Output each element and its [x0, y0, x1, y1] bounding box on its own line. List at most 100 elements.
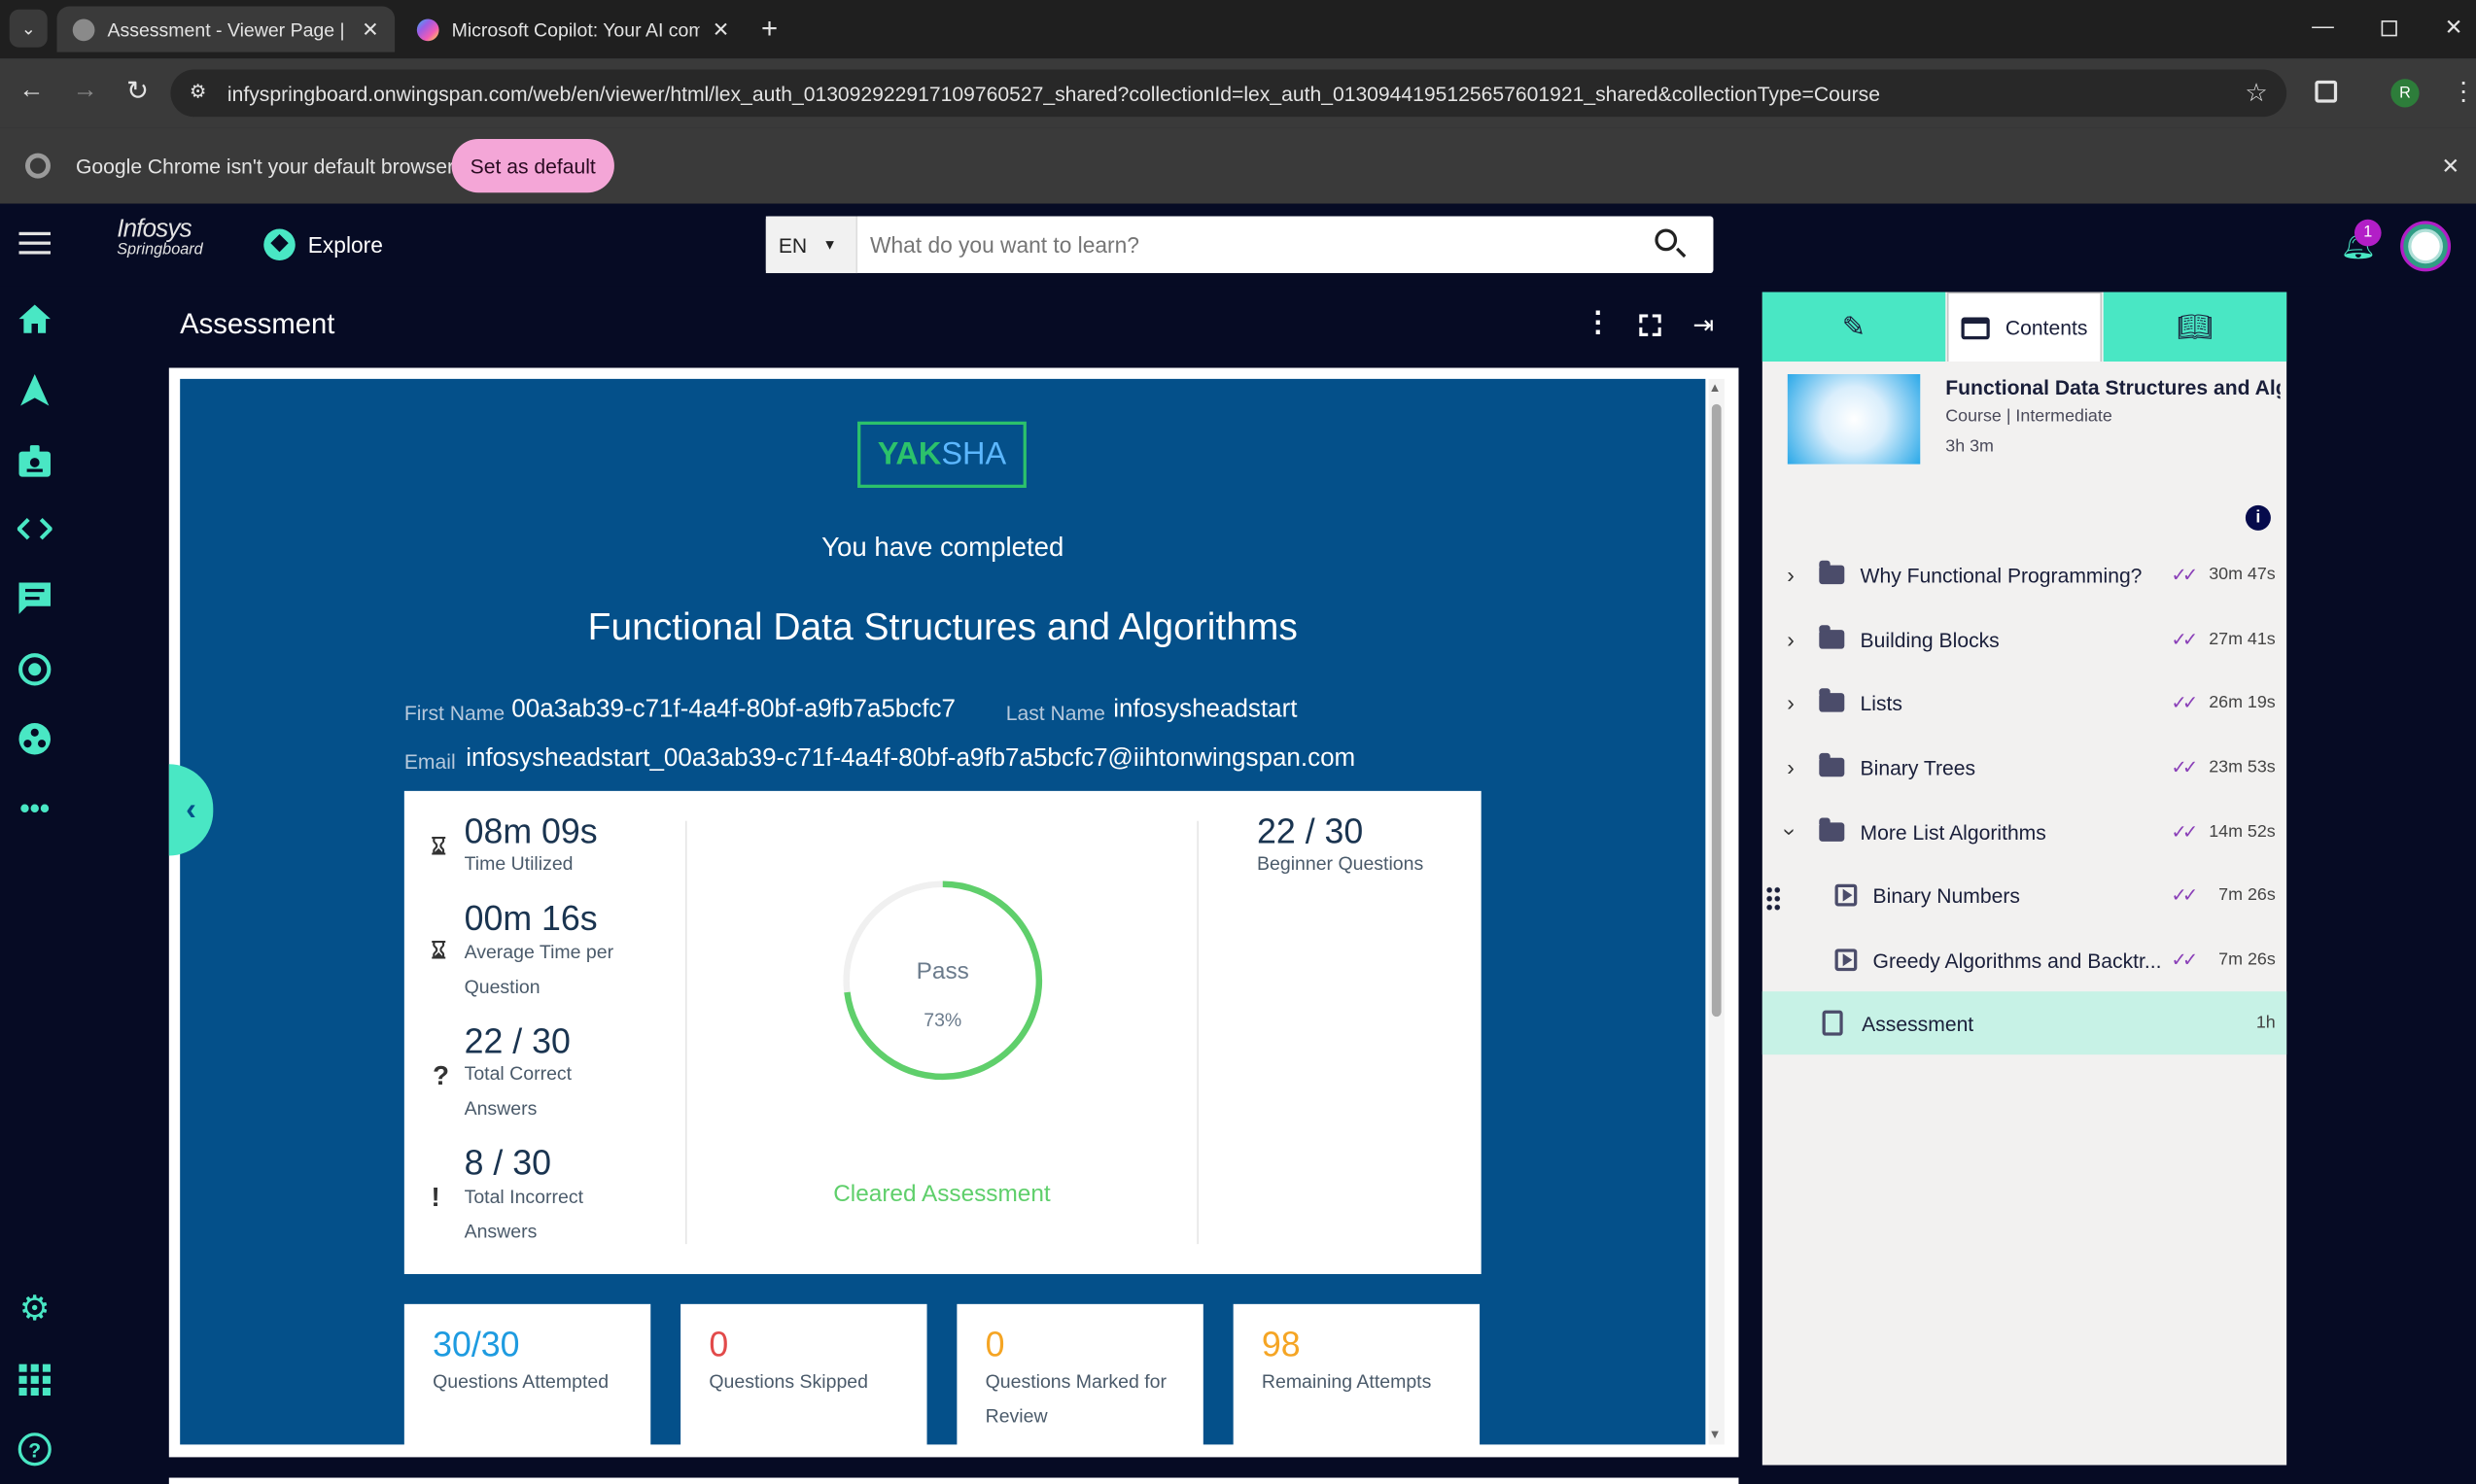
- search-icon[interactable]: [1655, 228, 1687, 259]
- hourglass-icon: ⌛︎: [431, 937, 446, 965]
- remaining-attempts-card: 98 Remaining Attempts: [1233, 1303, 1481, 1447]
- avg-time-label: Question: [464, 975, 541, 998]
- chevron-right-icon[interactable]: ›: [1762, 562, 1819, 587]
- hamburger-menu-icon[interactable]: [18, 231, 51, 255]
- completed-check-icon: ✓✓: [2171, 883, 2198, 907]
- total-incorrect-label: Answers: [464, 1220, 538, 1243]
- completed-text: You have completed: [821, 532, 1064, 563]
- info-icon[interactable]: i: [2245, 504, 2271, 531]
- code-icon[interactable]: [15, 508, 55, 549]
- hourglass-icon: ⌛︎: [431, 833, 446, 861]
- new-tab-button[interactable]: +: [761, 13, 778, 46]
- course-thumbnail: [1787, 374, 1921, 465]
- back-icon[interactable]: ←: [18, 78, 44, 106]
- close-window-icon[interactable]: ✕: [2445, 15, 2463, 42]
- target-icon[interactable]: [15, 649, 55, 690]
- content-item-greedy-algorithms[interactable]: Greedy Algorithms and Backtr... ✓✓ 7m 26s: [1762, 928, 2286, 991]
- content-item-lists[interactable]: › Lists ✓✓ 26m 19s: [1762, 671, 2286, 734]
- completed-check-icon: ✓✓: [2171, 820, 2198, 844]
- contents-icon: [1961, 316, 1990, 339]
- collapse-panel-icon[interactable]: ⇥: [1692, 309, 1714, 340]
- fullscreen-icon[interactable]: [1639, 314, 1661, 337]
- navigate-icon[interactable]: [15, 369, 55, 410]
- insights-icon: ✎: [1841, 310, 1866, 342]
- minimize-icon[interactable]: —: [2312, 13, 2334, 38]
- chevron-right-icon[interactable]: ›: [1762, 755, 1819, 780]
- close-icon[interactable]: ✕: [713, 17, 730, 42]
- chevron-down-icon[interactable]: ›: [1778, 804, 1803, 860]
- set-default-button[interactable]: Set as default: [451, 138, 614, 193]
- more-options-icon[interactable]: ⋮: [1584, 306, 1612, 339]
- browser-menu-icon[interactable]: ⋮: [2451, 76, 2476, 107]
- scroll-up-arrow[interactable]: ▲: [1709, 381, 1722, 396]
- avg-time-value: 00m 16s: [464, 898, 598, 938]
- folder-icon: [1819, 817, 1845, 842]
- content-item-binary-numbers[interactable]: Binary Numbers ✓✓ 7m 26s: [1762, 864, 2286, 927]
- chevron-right-icon[interactable]: ›: [1762, 690, 1819, 715]
- chevron-down-icon: ⌄: [20, 19, 36, 39]
- search-input[interactable]: [870, 225, 1628, 264]
- forward-icon[interactable]: →: [73, 78, 98, 106]
- avg-time-label: Average Time per: [464, 941, 614, 963]
- settings-icon[interactable]: ⚙: [15, 1289, 55, 1329]
- profile-avatar[interactable]: R: [2390, 79, 2420, 108]
- tab-insights[interactable]: ✎: [1761, 292, 1946, 362]
- questions-attempted-card: 30/30 Questions Attempted: [403, 1303, 651, 1447]
- screen: ⌄ Assessment - Viewer Page | Infosys Spr…: [0, 0, 2476, 1484]
- tab-notes[interactable]: 📖︎: [2103, 292, 2287, 362]
- scroll-down-arrow[interactable]: ▼: [1709, 1428, 1722, 1442]
- chrome-icon: [24, 153, 51, 179]
- star-icon[interactable]: ☆: [2245, 78, 2267, 109]
- close-infobar-icon[interactable]: ✕: [2441, 154, 2459, 181]
- user-avatar[interactable]: [2400, 221, 2452, 272]
- address-bar[interactable]: ⚙ infyspringboard.onwingspan.com/web/en/…: [170, 69, 2287, 118]
- content-item-binary-trees[interactable]: › Binary Trees ✓✓ 23m 53s: [1762, 736, 2286, 799]
- page-title: Assessment: [180, 307, 335, 340]
- browser-tab-assessment[interactable]: Assessment - Viewer Page | Infosys Sprin…: [56, 6, 396, 52]
- tab-title: Assessment - Viewer Page | Infosys Sprin…: [107, 17, 349, 41]
- chat-icon[interactable]: [15, 578, 55, 619]
- extensions-icon[interactable]: [2315, 80, 2338, 103]
- cleared-assessment-text: Cleared Assessment: [833, 1181, 1051, 1208]
- scrollbar-thumb[interactable]: [1711, 403, 1722, 1018]
- explore-link[interactable]: Explore: [263, 228, 383, 261]
- completed-check-icon: ✓✓: [2171, 563, 2198, 586]
- content-item-more-list-algorithms[interactable]: › More List Algorithms ✓✓ 14m 52s: [1762, 801, 2286, 864]
- card-value: 30/30: [433, 1324, 520, 1364]
- email-value: infosysheadstart_00a3ab39-c71f-4a4f-80bf…: [466, 744, 1356, 773]
- chevron-right-icon[interactable]: ›: [1762, 627, 1819, 652]
- video-icon: [1834, 949, 1858, 972]
- notification-badge: 1: [2354, 219, 2382, 247]
- last-name-label: Last Name: [1005, 701, 1105, 725]
- community-icon[interactable]: [15, 718, 55, 759]
- badge-icon[interactable]: [15, 440, 55, 481]
- completed-check-icon: ✓✓: [2171, 628, 2198, 651]
- apps-grid-icon[interactable]: [15, 1360, 55, 1400]
- pass-status: Pass: [916, 958, 969, 985]
- beginner-questions-label: Beginner Questions: [1257, 852, 1424, 875]
- card-label: Questions Skipped: [709, 1370, 868, 1393]
- content-item-building-blocks[interactable]: › Building Blocks ✓✓ 27m 41s: [1762, 607, 2286, 671]
- help-icon[interactable]: ?: [15, 1429, 55, 1469]
- close-icon[interactable]: ✕: [362, 17, 379, 42]
- site-info-icon[interactable]: ⚙: [190, 81, 206, 103]
- total-incorrect-value: 8 / 30: [464, 1143, 551, 1183]
- course-title-panel[interactable]: Functional Data Structures and Alg...: [1945, 376, 2280, 399]
- language-select[interactable]: EN ▼: [765, 216, 858, 274]
- tab-contents[interactable]: Contents: [1946, 292, 2103, 362]
- home-icon[interactable]: [15, 298, 55, 339]
- browser-tab-copilot[interactable]: Microsoft Copilot: Your AI companion ✕: [401, 6, 746, 52]
- completed-check-icon: ✓✓: [2171, 949, 2198, 972]
- total-correct-label: Answers: [464, 1097, 538, 1120]
- yaksha-logo: YAK SHA: [857, 421, 1027, 488]
- content-item-assessment[interactable]: Assessment 1h: [1761, 991, 2287, 1055]
- restore-icon[interactable]: [2381, 20, 2397, 37]
- content-item-why-functional[interactable]: › Why Functional Programming? ✓✓ 30m 47s: [1762, 543, 2286, 606]
- reload-icon[interactable]: ↻: [126, 76, 149, 107]
- infosys-springboard-logo[interactable]: Infosys Springboard: [117, 217, 203, 260]
- more-icon[interactable]: •••: [15, 788, 55, 829]
- bottom-frame-edge: [168, 1477, 1739, 1484]
- tab-search-button[interactable]: ⌄: [9, 9, 48, 48]
- email-label: Email: [403, 749, 456, 775]
- folder-icon: [1819, 752, 1845, 777]
